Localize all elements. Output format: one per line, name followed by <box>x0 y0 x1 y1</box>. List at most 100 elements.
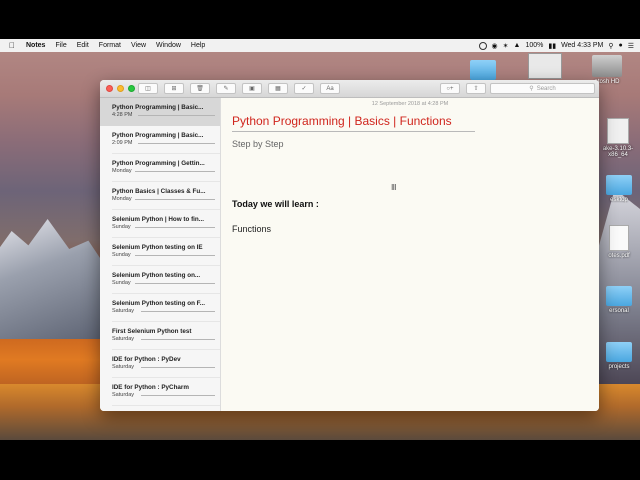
note-list-item[interactable]: Selenium Python testing on IE Sunday <box>100 238 220 266</box>
note-list-date: Saturday <box>112 364 135 370</box>
attachments-browser-button[interactable]: ⊞ <box>164 83 184 94</box>
note-subtitle[interactable]: Step by Step <box>232 139 284 149</box>
note-list-date: Saturday <box>112 392 135 398</box>
note-list-title: Selenium Python | How to fin... <box>112 216 205 223</box>
lock-note-button[interactable]: ▣ <box>242 83 262 94</box>
add-people-icon: ○+ <box>446 85 454 92</box>
menu-app-notes[interactable]: Notes <box>21 42 50 49</box>
projects-folder-label: projects <box>608 364 630 370</box>
notes-list: Python Programming | Basic... 4:28 PM Pyth… <box>100 98 221 411</box>
sidebar-icon: ◫ <box>145 86 151 92</box>
compose-icon: ✎ <box>223 86 229 92</box>
note-list-item[interactable]: Selenium Python testing on... Sunday <box>100 266 220 294</box>
search-field[interactable]: ⚲ Search <box>490 83 595 94</box>
note-preview-line <box>134 282 215 284</box>
battery-icon[interactable]: ▮▮ <box>548 42 556 50</box>
spotlight-search-icon[interactable]: ⚲ <box>608 42 613 50</box>
note-title[interactable]: Python Programming | Basics | Functions <box>232 114 452 128</box>
desktop-desktop-folder[interactable]: esktop <box>598 175 640 203</box>
apple-menu-icon[interactable]:  <box>0 41 21 50</box>
note-list-date: Monday <box>112 196 132 202</box>
desktop-folder-top[interactable] <box>470 60 496 82</box>
note-list-title: First Selenium Python test <box>112 328 192 335</box>
note-list-title: IDE for Python : PyCharm <box>112 384 189 391</box>
note-list-item[interactable]: Python Programming | Basic... 4:28 PM <box>100 98 220 126</box>
close-window-button[interactable] <box>106 85 113 92</box>
note-list-item[interactable]: Python Programming | Gettin... Monday <box>100 154 220 182</box>
battery-percent[interactable]: 100% <box>525 42 543 49</box>
desktop-screenshot-file[interactable] <box>528 53 562 81</box>
minimize-window-button[interactable] <box>117 85 124 92</box>
note-list-title: Python Basics | Classes & Fu... <box>112 188 206 195</box>
title-underline <box>232 131 475 132</box>
folder-icon <box>606 286 632 306</box>
note-list-item[interactable]: IDE for Python : PyCharm Saturday <box>100 378 220 406</box>
checklist-button[interactable]: ✓ <box>294 83 314 94</box>
table-icon: ▦ <box>275 86 281 92</box>
menu-file[interactable]: File <box>50 42 71 49</box>
lock-icon: ▣ <box>249 86 255 92</box>
menu-format[interactable]: Format <box>94 42 126 49</box>
format-label: Aa <box>326 85 334 92</box>
note-list-title: Python Programming | Gettin... <box>112 160 205 167</box>
grid-icon: ⊞ <box>171 86 177 92</box>
new-note-button[interactable]: ✎ <box>216 83 236 94</box>
note-list-date: 4:28 PM <box>112 112 133 118</box>
desktop-projects-folder[interactable]: projects <box>598 342 640 370</box>
user-avatar-icon[interactable]: ● <box>618 42 622 49</box>
pdf-icon <box>609 225 629 251</box>
notification-center-icon[interactable]: ☰ <box>628 42 634 50</box>
note-editor[interactable]: 12 September 2018 at 4:28 PM Python Prog… <box>221 98 599 411</box>
record-status-icon[interactable] <box>478 41 487 50</box>
note-heading[interactable]: Today we will learn : <box>232 199 319 209</box>
desktop-notes-pdf[interactable]: otes.pdf <box>598 225 640 259</box>
menu-help[interactable]: Help <box>186 42 210 49</box>
note-list-item[interactable]: IDE for Python : PyDev Saturday <box>100 350 220 378</box>
clock[interactable]: Wed 4:33 PM <box>561 42 603 49</box>
share-button[interactable]: ⇧ <box>466 83 486 94</box>
notes-window: ◫ ⊞ 🗑 ✎ ▣ ▦ ✓ Aa ○+ ⇧ ⚲ Search Python Pr… <box>100 80 599 411</box>
note-preview-line <box>134 226 215 228</box>
delete-note-button[interactable]: 🗑 <box>190 83 210 94</box>
note-list-item[interactable]: Python Basics | Classes & Fu... Monday <box>100 182 220 210</box>
note-list-item[interactable]: Python Programming | Basic... 2:09 PM <box>100 126 220 154</box>
menu-edit[interactable]: Edit <box>72 42 94 49</box>
folder-icon <box>470 60 496 80</box>
add-people-button[interactable]: ○+ <box>440 83 460 94</box>
menu-window[interactable]: Window <box>151 42 186 49</box>
personal-folder-label: ersonal <box>609 308 629 314</box>
note-preview-line <box>137 142 215 144</box>
text-cursor-icon: Ⅲ <box>391 183 397 192</box>
note-list-date: Saturday <box>112 336 135 342</box>
desktop-personal-folder[interactable]: ersonal <box>598 286 640 314</box>
menu-view[interactable]: View <box>126 42 151 49</box>
image-file-icon <box>528 53 562 79</box>
note-list-item[interactable]: Selenium Python testing on F... Saturday <box>100 294 220 322</box>
wifi-icon[interactable]: ▲ <box>514 42 521 49</box>
note-list-item[interactable]: Selenium Python | How to fin... Sunday <box>100 210 220 238</box>
document-icon <box>607 118 629 144</box>
desktop-cmake-file[interactable]: ake-3.10.3-x86_64 <box>596 118 640 158</box>
note-list-item[interactable]: First Selenium Python test Saturday <box>100 322 220 350</box>
zoom-window-button[interactable] <box>128 85 135 92</box>
insert-table-button[interactable]: ▦ <box>268 83 288 94</box>
note-preview-line <box>134 170 215 172</box>
format-text-button[interactable]: Aa <box>320 83 340 94</box>
note-list-date: Saturday <box>112 308 135 314</box>
sync-icon[interactable]: ◉ <box>492 42 498 50</box>
window-toolbar: ◫ ⊞ 🗑 ✎ ▣ ▦ ✓ Aa ○+ ⇧ ⚲ Search <box>100 80 599 98</box>
note-body-text[interactable]: Functions <box>232 224 271 234</box>
note-preview-line <box>137 114 215 116</box>
note-list-title: Selenium Python testing on IE <box>112 244 203 251</box>
toggle-sidebar-button[interactable]: ◫ <box>138 83 158 94</box>
share-icon: ⇧ <box>473 86 479 92</box>
note-preview-line <box>140 366 215 368</box>
folder-icon <box>606 342 632 362</box>
note-list-title: Python Programming | Basic... <box>112 132 204 139</box>
note-list-date: Sunday <box>112 280 131 286</box>
bluetooth-icon[interactable]: ✶ <box>503 42 509 50</box>
note-list-date: Sunday <box>112 224 131 230</box>
note-list-title: Selenium Python testing on... <box>112 272 201 279</box>
note-date: 12 September 2018 at 4:28 PM <box>371 101 449 107</box>
folder-icon <box>606 175 632 195</box>
